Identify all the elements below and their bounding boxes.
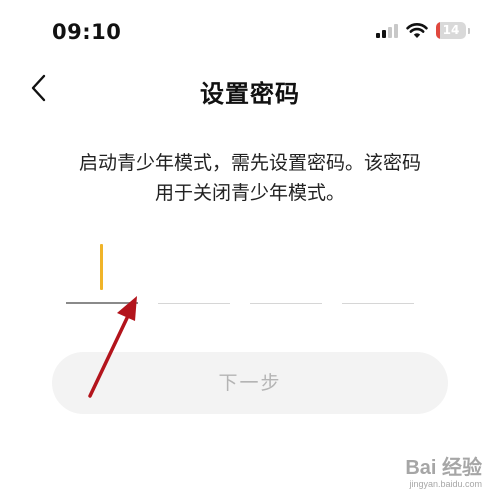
signal-icon bbox=[376, 23, 398, 38]
password-cell[interactable] bbox=[66, 240, 138, 306]
cell-underline bbox=[250, 303, 322, 304]
baidu-jingyan-watermark: Bai 经验 jingyan.baidu.com bbox=[405, 457, 482, 490]
description: 启动青少年模式，需先设置密码。该密码 用于关闭青少年模式。 bbox=[40, 148, 460, 208]
text-caret bbox=[100, 244, 103, 290]
password-input[interactable] bbox=[66, 240, 416, 306]
battery-level: 14 bbox=[442, 23, 460, 37]
cell-underline bbox=[342, 303, 414, 304]
cell-underline bbox=[158, 303, 230, 304]
description-line-1: 启动青少年模式，需先设置密码。该密码 bbox=[78, 152, 421, 174]
next-button[interactable]: 下一步 bbox=[52, 352, 448, 414]
description-line-2: 用于关闭青少年模式。 bbox=[154, 182, 345, 204]
wifi-icon bbox=[406, 22, 428, 38]
page-title: 设置密码 bbox=[200, 80, 300, 108]
watermark-url: jingyan.baidu.com bbox=[409, 479, 482, 489]
status-time: 09:10 bbox=[52, 20, 122, 44]
password-cell[interactable] bbox=[250, 240, 322, 306]
screen: 09:10 14 设置密码 启动青少年模式，需先设置密码。该密码 用于关闭青少年… bbox=[0, 0, 500, 500]
cell-underline bbox=[66, 302, 138, 304]
password-cell[interactable] bbox=[342, 240, 414, 306]
battery-icon: 14 bbox=[436, 22, 466, 39]
battery-tip bbox=[468, 27, 470, 34]
status-icons: 14 bbox=[376, 22, 470, 39]
watermark-logo: Bai 经验 bbox=[405, 457, 482, 479]
password-cell[interactable] bbox=[158, 240, 230, 306]
